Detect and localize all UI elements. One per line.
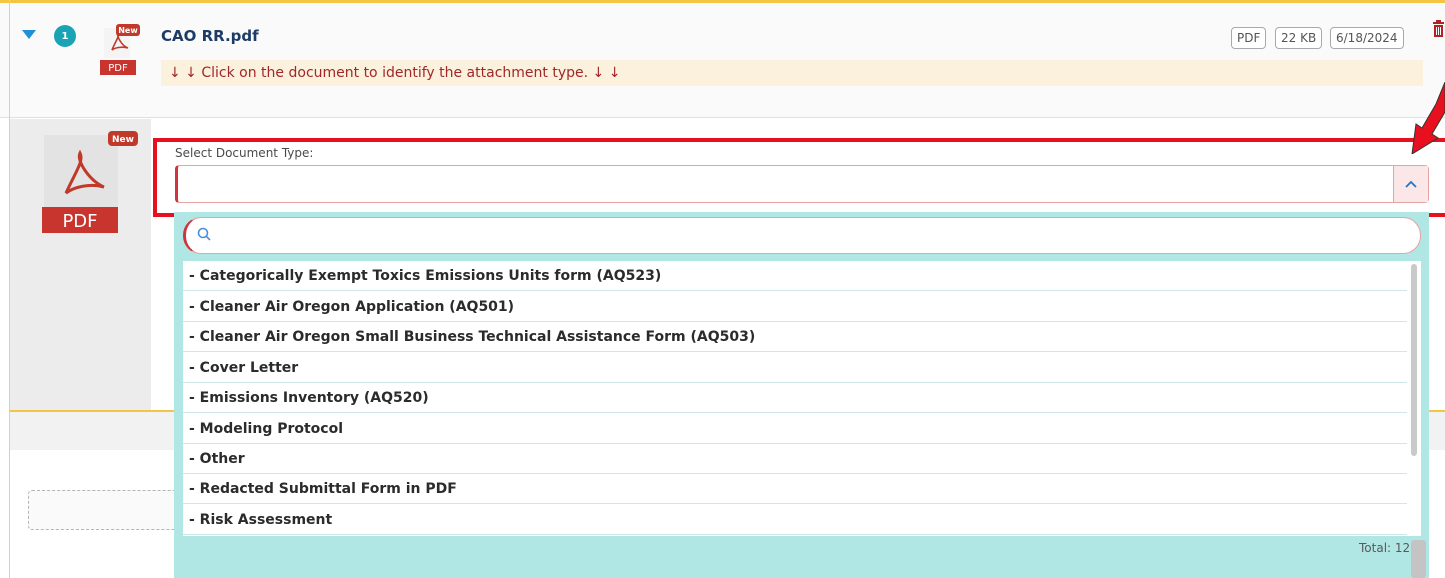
option-item[interactable]: - Cleaner Air Oregon Small Business Tech… (183, 322, 1407, 352)
file-type-badge: PDF (1231, 27, 1267, 49)
file-date-badge: 6/18/2024 (1330, 27, 1404, 49)
collapse-caret-icon[interactable] (22, 30, 36, 39)
preview-pdf-label: PDF (62, 211, 97, 232)
attachment-count-badge: 1 (54, 25, 76, 47)
option-item[interactable]: - Emissions Inventory (AQ520) (183, 383, 1407, 413)
new-badge-text: New (118, 26, 138, 35)
annotation-arrow-icon (1411, 82, 1445, 154)
file-size-badge: 22 KB (1275, 27, 1323, 49)
attachment-row (0, 0, 1445, 118)
attachment-type-hint: ↓ ↓ Click on the document to identify th… (161, 60, 1423, 86)
pdf-preview-icon[interactable]: New PDF (40, 131, 140, 233)
file-name-link[interactable]: CAO RR.pdf (161, 27, 259, 45)
upload-dropzone[interactable] (28, 490, 188, 530)
trash-icon[interactable] (1432, 20, 1445, 38)
pdf-icon-label: PDF (108, 63, 128, 74)
option-item[interactable]: - Cleaner Air Oregon Application (AQ501) (183, 292, 1407, 322)
page-scroll-thumb[interactable] (1411, 540, 1426, 578)
option-item[interactable]: - Other (183, 444, 1407, 474)
pdf-file-icon[interactable]: New PDF (98, 24, 142, 76)
preview-new-badge-text: New (112, 135, 134, 145)
page: 1 New PDF CAO RR.pdf ↓ ↓ Click on the do… (0, 0, 1445, 578)
option-item[interactable]: - Redacted Submittal Form in PDF (183, 474, 1407, 504)
option-list-scroll-thumb[interactable] (1411, 264, 1417, 456)
search-icon (197, 227, 211, 241)
option-list: - Categorically Exempt Toxics Emissions … (183, 261, 1421, 536)
option-item[interactable]: - Risk Assessment (183, 505, 1407, 535)
option-item[interactable]: - Modeling Protocol (183, 414, 1407, 444)
dropdown-search-input[interactable] (183, 217, 1421, 254)
highlight-frame (153, 138, 1445, 217)
option-item[interactable]: - Categorically Exempt Toxics Emissions … (183, 261, 1407, 291)
options-total: Total: 12 (1359, 541, 1411, 555)
option-item[interactable]: - Cover Letter (183, 353, 1407, 383)
